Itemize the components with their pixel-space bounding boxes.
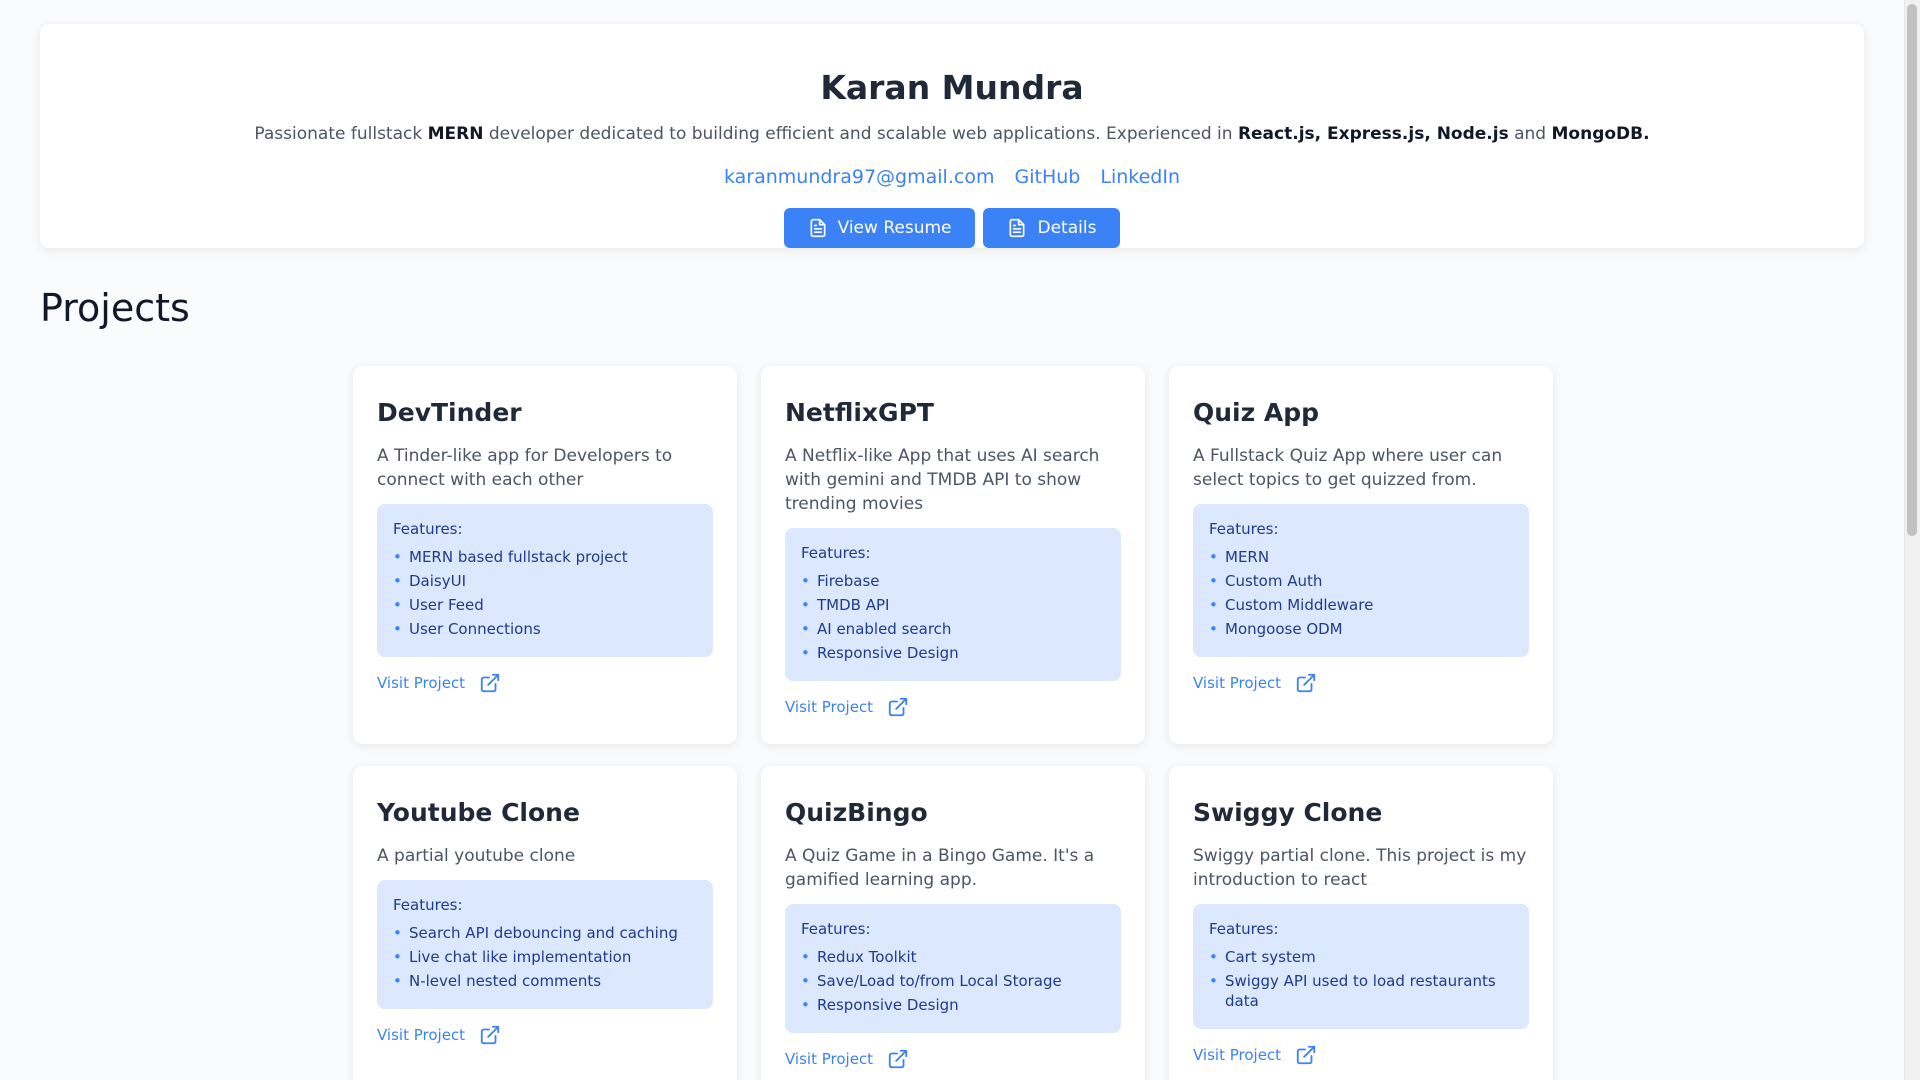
features-label: Features:	[801, 544, 871, 562]
project-title: Quiz App	[1193, 398, 1320, 427]
feature-item: Save/Load to/from Local Storage	[801, 971, 1105, 991]
visit-project-link[interactable]: Visit Project	[377, 672, 501, 694]
details-button[interactable]: Details	[983, 208, 1121, 248]
feature-item: User Connections	[393, 619, 697, 639]
project-description: Swiggy partial clone. This project is my…	[1193, 846, 1527, 890]
features-label: Features:	[1209, 920, 1279, 938]
feature-item: N-level nested comments	[393, 971, 697, 991]
project-description: A Netflix-like App that uses AI search w…	[785, 446, 1100, 514]
tagline-highlight: MERN	[427, 124, 484, 144]
profile-name: Karan Mundra	[820, 68, 1084, 107]
external-link-icon	[480, 673, 500, 693]
visit-project-link[interactable]: Visit Project	[785, 696, 909, 718]
feature-item: User Feed	[393, 595, 697, 615]
visit-project-link[interactable]: Visit Project	[1193, 672, 1317, 694]
features-label: Features:	[393, 896, 463, 914]
features-list: MERN based fullstack project DaisyUI Use…	[393, 547, 697, 639]
profile-header-card: Karan Mundra Passionate fullstack MERN d…	[40, 24, 1864, 248]
feature-item: Redux Toolkit	[801, 947, 1105, 967]
project-title: Swiggy Clone	[1193, 798, 1383, 827]
feature-item: Live chat like implementation	[393, 947, 697, 967]
tagline-text: Passionate fullstack	[254, 124, 428, 144]
document-icon	[810, 218, 826, 238]
view-resume-label: View Resume	[837, 218, 952, 238]
tagline-text: and	[1508, 124, 1552, 144]
visit-project-link[interactable]: Visit Project	[785, 1048, 909, 1070]
project-title: DevTinder	[377, 398, 522, 427]
visit-project-label: Visit Project	[1193, 1046, 1282, 1064]
feature-item: Custom Middleware	[1209, 595, 1513, 615]
details-label: Details	[1037, 218, 1097, 238]
tagline-text: developer dedicated to building efficien…	[483, 124, 1238, 144]
feature-item: TMDB API	[801, 595, 1105, 615]
project-card: Swiggy Clone Swiggy partial clone. This …	[1169, 766, 1553, 1080]
external-link-icon	[1296, 673, 1316, 693]
visit-project-label: Visit Project	[1193, 674, 1282, 692]
features-list: Redux Toolkit Save/Load to/from Local St…	[801, 947, 1105, 1015]
tagline-highlight: React.js, Express.js, Node.js	[1237, 124, 1509, 144]
feature-item: MERN	[1209, 547, 1513, 567]
features-box: Features: MERN based fullstack project D…	[377, 504, 713, 657]
features-label: Features:	[393, 520, 463, 538]
feature-item: DaisyUI	[393, 571, 697, 591]
page-scrollbar[interactable]	[1904, 0, 1920, 1080]
feature-item: Firebase	[801, 571, 1105, 591]
github-link[interactable]: GitHub	[1015, 166, 1081, 188]
linkedin-link[interactable]: LinkedIn	[1100, 166, 1180, 188]
projects-heading: Projects	[40, 286, 190, 330]
visit-project-link[interactable]: Visit Project	[1193, 1044, 1317, 1066]
feature-item: AI enabled search	[801, 619, 1105, 639]
header-actions: View Resume Details	[40, 208, 1864, 248]
external-link-icon	[888, 1049, 908, 1069]
visit-project-link[interactable]: Visit Project	[377, 1024, 501, 1046]
feature-item: MERN based fullstack project	[393, 547, 697, 567]
project-description: A partial youtube clone	[377, 846, 576, 866]
project-card: QuizBingo A Quiz Game in a Bingo Game. I…	[761, 766, 1145, 1080]
project-title: NetflixGPT	[785, 398, 934, 427]
visit-project-label: Visit Project	[785, 698, 874, 716]
visit-project-label: Visit Project	[377, 1026, 466, 1044]
document-icon	[1009, 218, 1025, 238]
features-box: Features: MERN Custom Auth Custom Middle…	[1193, 504, 1529, 657]
external-link-icon	[1296, 1045, 1316, 1065]
email-link[interactable]: karanmundra97@gmail.com	[724, 166, 994, 188]
external-link-icon	[480, 1025, 500, 1045]
view-resume-button[interactable]: View Resume	[783, 208, 976, 248]
external-link-icon	[888, 697, 908, 717]
portfolio-page: Karan Mundra Passionate fullstack MERN d…	[0, 0, 1904, 1080]
project-description: A Fullstack Quiz App where user can sele…	[1193, 446, 1503, 490]
project-description: A Quiz Game in a Bingo Game. It's a gami…	[785, 846, 1095, 890]
profile-tagline: Passionate fullstack MERN developer dedi…	[40, 124, 1864, 144]
feature-item: Cart system	[1209, 947, 1513, 967]
feature-item: Mongoose ODM	[1209, 619, 1513, 639]
features-label: Features:	[801, 920, 871, 938]
features-list: Firebase TMDB API AI enabled search Resp…	[801, 571, 1105, 663]
features-box: Features: Search API debouncing and cach…	[377, 880, 713, 1009]
feature-item: Search API debouncing and caching	[393, 923, 697, 943]
features-list: MERN Custom Auth Custom Middleware Mongo…	[1209, 547, 1513, 639]
features-list: Search API debouncing and caching Live c…	[393, 923, 697, 991]
visit-project-label: Visit Project	[785, 1050, 874, 1068]
project-title: Youtube Clone	[377, 798, 580, 827]
features-box: Features: Cart system Swiggy API used to…	[1193, 904, 1529, 1029]
feature-item: Responsive Design	[801, 643, 1105, 663]
contact-links: karanmundra97@gmail.com GitHub LinkedIn	[40, 166, 1864, 188]
features-box: Features: Firebase TMDB API AI enabled s…	[785, 528, 1121, 681]
project-card: Quiz App A Fullstack Quiz App where user…	[1169, 366, 1553, 744]
feature-item: Responsive Design	[801, 995, 1105, 1015]
project-card: NetflixGPT A Netflix-like App that uses …	[761, 366, 1145, 744]
features-box: Features: Redux Toolkit Save/Load to/fro…	[785, 904, 1121, 1033]
project-description: A Tinder-like app for Developers to conn…	[377, 446, 673, 490]
visit-project-label: Visit Project	[377, 674, 466, 692]
feature-item: Custom Auth	[1209, 571, 1513, 591]
project-card: Youtube Clone A partial youtube clone Fe…	[353, 766, 737, 1080]
tagline-highlight: MongoDB.	[1551, 124, 1650, 144]
project-card: DevTinder A Tinder-like app for Develope…	[353, 366, 737, 744]
feature-item: Swiggy API used to load restaurants data	[1209, 971, 1513, 1011]
scrollbar-thumb[interactable]	[1907, 4, 1917, 536]
project-title: QuizBingo	[785, 798, 928, 827]
features-label: Features:	[1209, 520, 1279, 538]
features-list: Cart system Swiggy API used to load rest…	[1209, 947, 1513, 1011]
